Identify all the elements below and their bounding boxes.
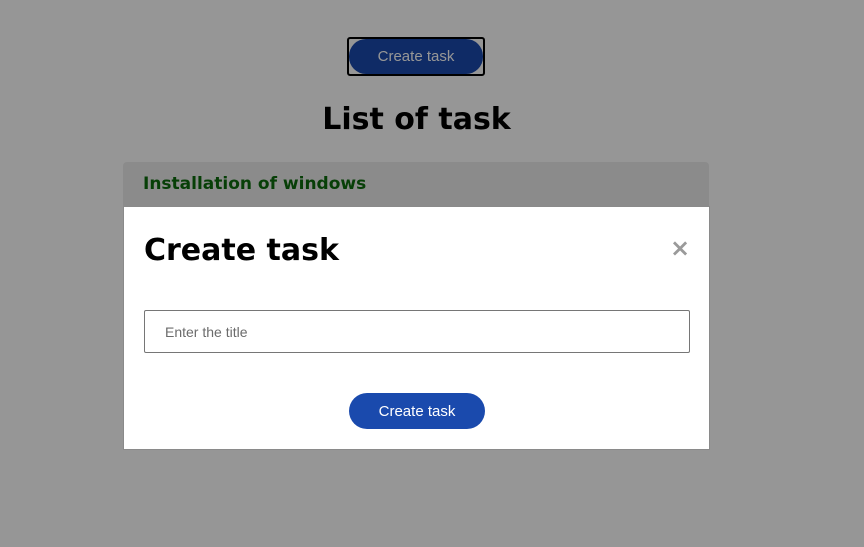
page: Create task List of task Installation of… — [0, 0, 864, 547]
modal-create-task-button[interactable]: Create task — [349, 393, 485, 429]
title-input[interactable] — [144, 310, 690, 353]
modal-title: Create task — [144, 233, 339, 268]
close-icon[interactable]: × — [669, 235, 691, 261]
create-task-modal: Create task × Create task — [123, 206, 710, 450]
